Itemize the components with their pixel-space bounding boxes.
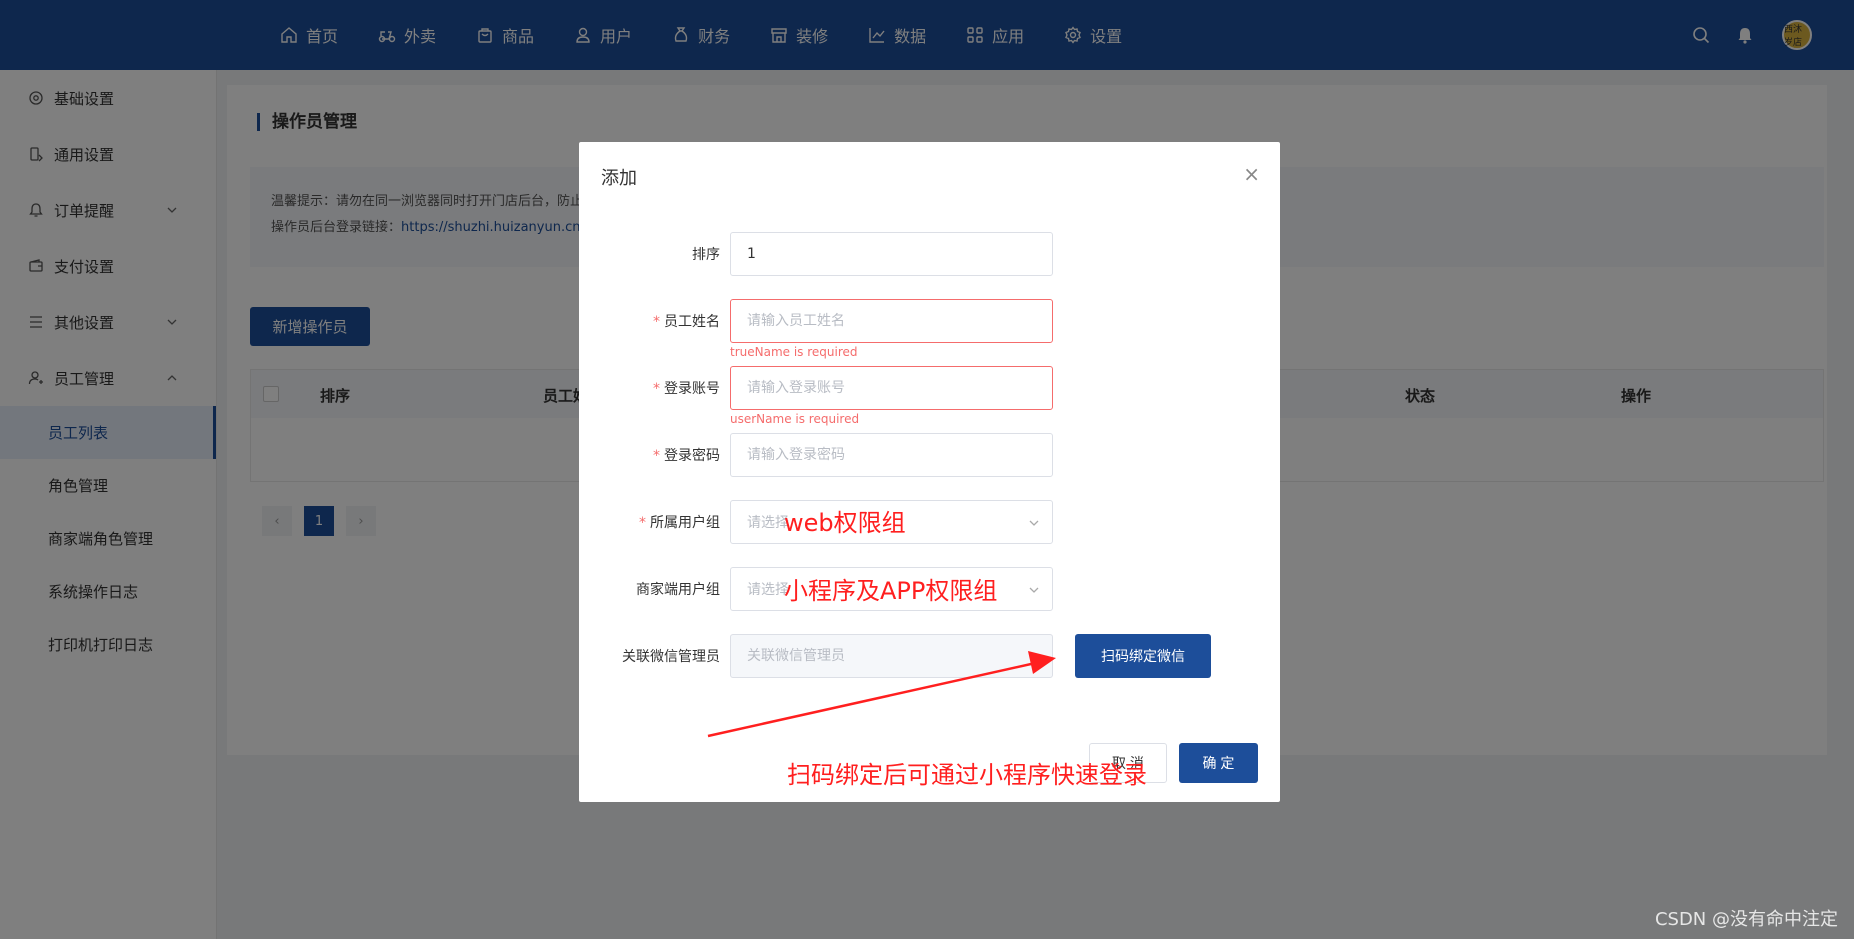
sort-input[interactable] xyxy=(730,232,1053,276)
confirm-button[interactable]: 确 定 xyxy=(1179,743,1258,783)
field-user-group: * 所属用户组 请选择 xyxy=(579,500,1280,544)
annotation-app-group: 小程序及APP权限组 xyxy=(784,577,998,605)
annotation-web-group: web权限组 xyxy=(784,509,906,537)
merchant-group-placeholder: 请选择 xyxy=(747,582,789,598)
user-group-label-text: 所属用户组 xyxy=(650,515,720,531)
name-label-text: 员工姓名 xyxy=(664,314,720,330)
dialog-title: 添加 xyxy=(601,168,637,189)
account-label: * 登录账号 xyxy=(653,378,720,398)
required-mark: * xyxy=(653,448,660,464)
field-account: *登录账号 userName is required xyxy=(579,366,1280,426)
password-label-text: 登录密码 xyxy=(664,448,720,464)
required-mark: * xyxy=(653,314,660,330)
required-mark: * xyxy=(639,515,646,531)
merchant-group-label: 商家端用户组 xyxy=(636,582,720,598)
scan-bind-wechat-button[interactable]: 扫码绑定微信 xyxy=(1075,634,1211,678)
add-operator-dialog: 添加 × 排序 *员工姓名 trueName is required *登录账号… xyxy=(579,142,1280,802)
user-group-label: * 所属用户组 xyxy=(639,512,720,532)
watermark: CSDN @没有命中注定 xyxy=(1654,909,1838,930)
password-label: * 登录密码 xyxy=(653,445,720,465)
name-label: * 员工姓名 xyxy=(653,311,720,331)
account-input[interactable] xyxy=(730,366,1053,410)
password-input[interactable] xyxy=(730,433,1053,477)
account-error: userName is required xyxy=(730,412,860,426)
user-group-placeholder: 请选择 xyxy=(747,515,789,531)
wechat-label: 关联微信管理员 xyxy=(622,649,720,665)
field-wechat: 关联微信管理员 扫码绑定微信 xyxy=(579,634,1280,678)
sort-label: 排序 xyxy=(692,247,720,263)
wechat-input xyxy=(730,634,1053,678)
account-label-text: 登录账号 xyxy=(664,381,720,397)
annotation-scan-note: 扫码绑定后可通过小程序快速登录 xyxy=(787,761,1147,789)
field-name: *员工姓名 trueName is required xyxy=(579,299,1280,359)
chevron-down-icon xyxy=(1029,587,1039,593)
name-error: trueName is required xyxy=(730,345,858,359)
chevron-down-icon xyxy=(1029,520,1039,526)
close-icon[interactable]: × xyxy=(1243,164,1260,184)
name-input[interactable] xyxy=(730,299,1053,343)
required-mark: * xyxy=(653,381,660,397)
field-sort: 排序 xyxy=(579,232,1280,276)
field-password: * 登录密码 xyxy=(579,433,1280,477)
